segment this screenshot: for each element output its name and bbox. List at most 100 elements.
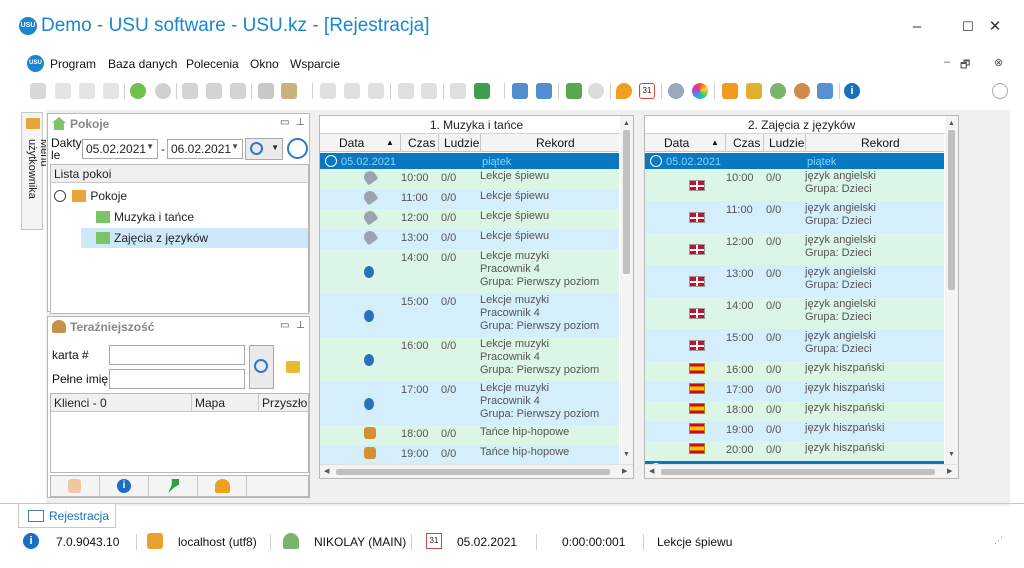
- scroll-down-icon[interactable]: ▼: [948, 451, 955, 458]
- filter-edit-icon[interactable]: [230, 83, 246, 99]
- mdi-close-button[interactable]: ⊗: [994, 56, 1003, 69]
- expand-circle-icon[interactable]: [650, 155, 662, 167]
- table-row[interactable]: 16:00 0/0 Lekcje muzyki Pracownik 4 Grupa:…: [320, 337, 619, 381]
- record-column[interactable]: Rekord: [861, 136, 900, 150]
- name-input[interactable]: [109, 369, 245, 389]
- table-row[interactable]: 14:00 0/0 język angielski Grupa: Dzieci: [645, 297, 944, 329]
- insert-icon[interactable]: [398, 83, 414, 99]
- minimize-button[interactable]: –: [902, 16, 932, 38]
- mdi-restore-button[interactable]: 🗗: [960, 56, 970, 75]
- print-icon[interactable]: [30, 83, 46, 99]
- scroll-up-icon[interactable]: ▲: [948, 120, 955, 127]
- date-group-row[interactable]: 05.02.2021 piątek: [645, 153, 944, 169]
- filter-clear-icon[interactable]: [206, 83, 222, 99]
- expand-icon[interactable]: [344, 83, 360, 99]
- settings-gear-icon[interactable]: [668, 83, 684, 99]
- scroll-thumb[interactable]: [623, 130, 630, 274]
- table-row[interactable]: 20:00 0/0 język hiszpański: [645, 441, 944, 461]
- time-column[interactable]: Czas: [733, 136, 760, 150]
- scroll-thumb[interactable]: [336, 469, 610, 475]
- hand-button[interactable]: [51, 476, 100, 496]
- menu-baza-danych[interactable]: Baza danych: [108, 57, 177, 71]
- scroll-thumb[interactable]: [661, 469, 935, 475]
- refresh-icon[interactable]: [130, 83, 146, 99]
- flag-icon[interactable]: [258, 83, 274, 99]
- search-button[interactable]: ▼: [245, 138, 283, 160]
- find-icon[interactable]: [155, 83, 171, 99]
- panel-restore-button[interactable]: ▭: [280, 117, 289, 128]
- came-column[interactable]: Przyszło: [262, 396, 307, 410]
- map-column[interactable]: Mapa: [195, 396, 225, 410]
- vertical-scrollbar[interactable]: ▲ ▼: [620, 116, 633, 464]
- time-column[interactable]: Czas: [408, 136, 435, 150]
- table-row[interactable]: 11:00 0/0 język angielski Grupa: Dzieci: [645, 201, 944, 233]
- resize-grip-icon[interactable]: ⋰: [994, 535, 1003, 546]
- panel-pin-button[interactable]: ⊥: [296, 117, 305, 128]
- mdi-minimize-button[interactable]: –: [944, 56, 950, 68]
- date-column[interactable]: Data: [664, 136, 689, 150]
- table-row[interactable]: 18:00 0/0 Tańce hip-hopowe: [320, 425, 619, 445]
- horizontal-scrollbar[interactable]: ◀ ▶: [645, 464, 958, 478]
- scroll-left-icon[interactable]: ◀: [324, 467, 329, 475]
- date-from-combo[interactable]: 05.02.2021 ▼: [82, 139, 158, 159]
- client-search-button[interactable]: [249, 345, 274, 389]
- menu-program[interactable]: Program: [50, 57, 96, 71]
- tab-rejestracja[interactable]: Rejestracja: [18, 504, 116, 528]
- date-group-row[interactable]: 05.02.2021 piątek: [320, 153, 619, 169]
- new-window-icon[interactable]: [512, 83, 528, 99]
- menu-okno[interactable]: Okno: [250, 57, 279, 71]
- table-row[interactable]: 18:00 0/0 język hiszpański: [645, 401, 944, 421]
- group-icon[interactable]: [320, 83, 336, 99]
- date-to-combo[interactable]: 06.02.2021 ▼: [167, 139, 243, 159]
- info-button[interactable]: i: [100, 476, 149, 496]
- arrow-circle-icon[interactable]: [588, 83, 604, 99]
- color-palette-icon[interactable]: [692, 83, 708, 99]
- plugin-icon[interactable]: [817, 83, 833, 99]
- people-column[interactable]: Ludzie: [769, 136, 804, 150]
- panel-restore-button[interactable]: ▭: [280, 320, 289, 331]
- people-column[interactable]: Ludzie: [444, 136, 479, 150]
- date-column[interactable]: Data: [339, 136, 364, 150]
- table-row[interactable]: 17:00 0/0 język hiszpański: [645, 381, 944, 401]
- menu-wsparcie[interactable]: Wsparcie: [290, 57, 340, 71]
- panel-pin-button[interactable]: ⊥: [296, 320, 305, 331]
- report-icon[interactable]: [450, 83, 466, 99]
- scroll-up-icon[interactable]: ▲: [623, 120, 630, 127]
- scroll-right-icon[interactable]: ▶: [947, 467, 952, 475]
- table-row[interactable]: 19:00 0/0 Tańce hip-hopowe: [320, 445, 619, 465]
- user-menu-side-tab[interactable]: Menu użytkownika: [21, 112, 50, 230]
- table-row[interactable]: 15:00 0/0 język angielski Grupa: Dzieci: [645, 329, 944, 361]
- tree-root-node[interactable]: Pokoje: [54, 186, 127, 206]
- bell-button[interactable]: [198, 476, 247, 496]
- table-row[interactable]: 10:00 0/0 język angielski Grupa: Dzieci: [645, 169, 944, 201]
- table-row[interactable]: 14:00 0/0 Lekcje muzyki Pracownik 4 Grupa:…: [320, 249, 619, 293]
- table-row[interactable]: 13:00 0/0 Lekcje śpiewu: [320, 229, 619, 249]
- scroll-left-icon[interactable]: ◀: [649, 467, 654, 475]
- copy-icon[interactable]: [55, 83, 71, 99]
- maximize-button[interactable]: ☐: [953, 16, 983, 38]
- close-window-icon[interactable]: [536, 83, 552, 99]
- close-button[interactable]: ✕: [980, 16, 1010, 38]
- clock-icon[interactable]: [287, 138, 308, 159]
- tree-node-jezyki[interactable]: Zajęcia z języków: [81, 228, 308, 248]
- user-key-icon[interactable]: [770, 83, 786, 99]
- expand-circle-icon[interactable]: [325, 155, 337, 167]
- horizontal-scrollbar[interactable]: ◀ ▶: [320, 464, 633, 478]
- edit-icon[interactable]: [79, 83, 95, 99]
- table-row[interactable]: 17:00 0/0 Lekcje muzyki Pracownik 4 Grupa:…: [320, 381, 619, 425]
- table-row[interactable]: 12:00 0/0 Lekcje śpiewu: [320, 209, 619, 229]
- vertical-scrollbar[interactable]: ▲ ▼: [945, 116, 958, 464]
- lock-icon[interactable]: [746, 83, 762, 99]
- pin-button[interactable]: [149, 476, 198, 496]
- table-row[interactable]: 13:00 0/0 język angielski Grupa: Dzieci: [645, 265, 944, 297]
- filter-icon[interactable]: [182, 83, 198, 99]
- table-row[interactable]: 19:00 0/0 język hiszpański: [645, 421, 944, 441]
- calendar-icon[interactable]: 31: [639, 83, 655, 99]
- rss-icon[interactable]: [722, 83, 738, 99]
- info-icon[interactable]: i: [844, 83, 860, 99]
- users-icon[interactable]: [794, 83, 810, 99]
- clients-column[interactable]: Klienci - 0: [54, 396, 107, 410]
- table-row[interactable]: 16:00 0/0 język hiszpański: [645, 361, 944, 381]
- scroll-right-icon[interactable]: ▶: [622, 467, 627, 475]
- tree-node-muzyka[interactable]: Muzyka i tańce: [96, 207, 194, 227]
